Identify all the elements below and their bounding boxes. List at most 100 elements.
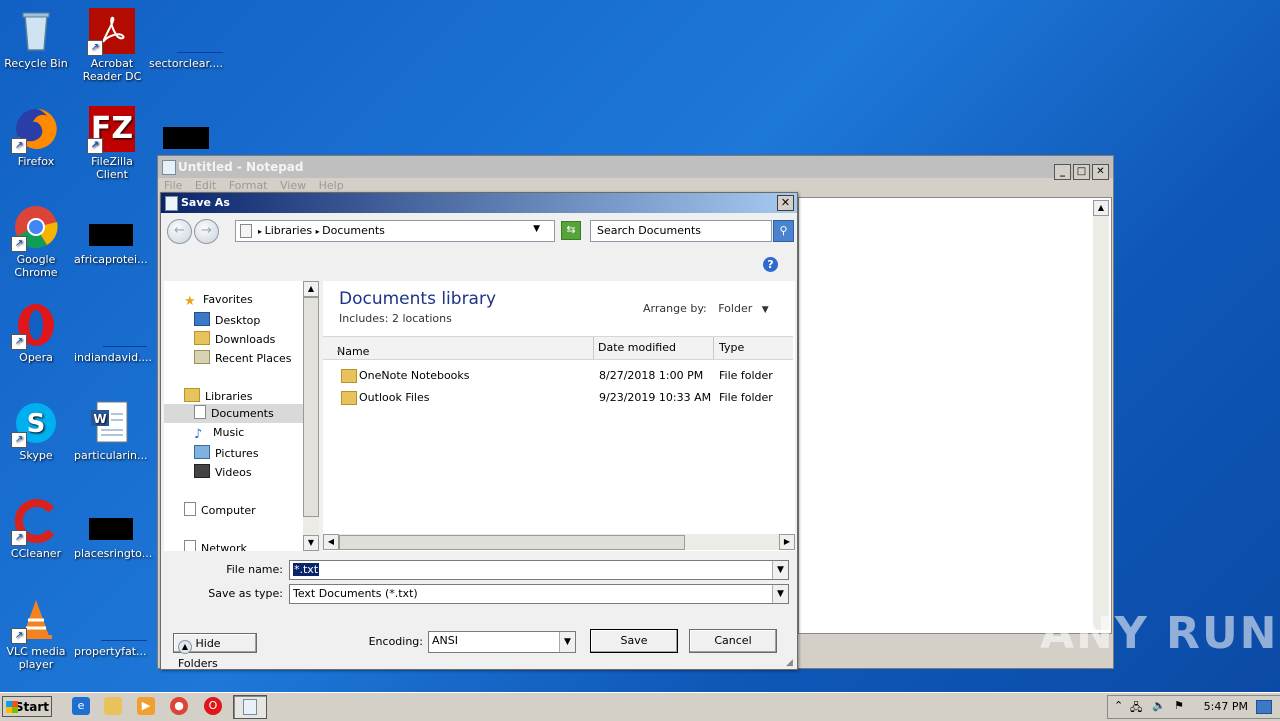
internet-explorer-icon[interactable]: e [72, 697, 90, 715]
chevron-down-icon[interactable]: ▼ [762, 305, 769, 315]
refresh-button[interactable]: ⇆ [561, 221, 581, 240]
network-tray-icon[interactable]: 🖧 [1130, 699, 1142, 718]
breadcrumb-libraries[interactable]: Libraries [265, 224, 313, 237]
hide-folders-button[interactable]: ▲ Hide Folders [173, 633, 257, 670]
start-button[interactable]: Start [2, 696, 52, 717]
show-desktop-icon[interactable] [1256, 700, 1272, 714]
nav-computer[interactable]: Computer [184, 502, 256, 517]
menu-help[interactable]: Help [319, 179, 344, 192]
search-input[interactable]: Search Documents [590, 220, 772, 242]
desktop-icon-chrome[interactable]: ↗ Google Chrome [0, 204, 72, 279]
chevron-down-icon[interactable]: ▼ [772, 561, 788, 579]
file-name-input[interactable]: *.txt ▼ [289, 560, 789, 580]
scroll-thumb[interactable] [303, 297, 319, 517]
notepad-titlebar[interactable]: Untitled - Notepad _ □ ✕ [158, 156, 1113, 180]
desktop-icon-indiandavid[interactable]: indiandavid.... [74, 302, 152, 364]
clock[interactable]: 5:47 PM [1204, 700, 1248, 713]
nav-music[interactable]: ♪ Music [194, 426, 244, 442]
column-divider[interactable] [713, 337, 714, 359]
vertical-scrollbar[interactable]: ▲ [1093, 200, 1109, 630]
save-as-type-select[interactable]: Text Documents (*.txt) ▼ [289, 584, 789, 604]
scroll-up-arrow-icon[interactable]: ▲ [1093, 200, 1109, 216]
menu-view[interactable]: View [280, 179, 306, 192]
file-list-pane: Documents library Includes: 2 locations … [323, 281, 795, 551]
chrome-icon[interactable]: ● [170, 697, 188, 715]
scroll-left-arrow-icon[interactable]: ◀ [323, 534, 339, 550]
dialog-close-button[interactable]: ✕ [777, 195, 794, 211]
chevron-down-icon[interactable]: ▼ [772, 585, 788, 603]
save-as-dialog: Save As ✕ ← → ▸ Libraries ▸ Documents ▼ … [160, 192, 798, 670]
desktop-icon-vlc[interactable]: ↗ VLC media player [0, 596, 72, 671]
nav-videos[interactable]: Videos [194, 464, 252, 479]
flag-icon[interactable]: ⚑ [1174, 699, 1184, 712]
minimize-button[interactable]: _ [1054, 164, 1071, 180]
explorer-folder-icon[interactable] [104, 697, 122, 715]
desktop-icon-filezilla[interactable]: FZ ↗ FileZilla Client [76, 106, 148, 181]
desktop-icon-propertyfat[interactable]: propertyfat... [74, 596, 147, 658]
maximize-button[interactable]: □ [1073, 164, 1090, 180]
opera-icon[interactable]: O [204, 697, 222, 715]
search-icon[interactable]: ⚲ [773, 220, 794, 242]
resize-grip-icon[interactable]: ◢ [786, 658, 796, 668]
volume-icon[interactable]: 🔈 [1152, 699, 1166, 712]
menu-file[interactable]: File [164, 179, 182, 192]
chevron-up-icon: ▲ [178, 640, 192, 654]
column-type[interactable]: Type [719, 341, 744, 354]
chevron-up-icon[interactable]: ⌃ [1114, 699, 1123, 712]
column-date-modified[interactable]: Date modified [598, 341, 676, 354]
navigation-scrollbar[interactable]: ▲ ▼ [303, 281, 319, 551]
save-button[interactable]: Save [590, 629, 678, 653]
scroll-down-arrow-icon[interactable]: ▼ [303, 535, 319, 551]
address-bar[interactable]: ▸ Libraries ▸ Documents ▼ [235, 220, 555, 242]
media-player-icon[interactable]: ▶ [137, 697, 155, 715]
nav-network[interactable]: Network [184, 540, 247, 551]
desktop-icon-label: Google Chrome [14, 253, 58, 279]
file-row[interactable]: OneNote Notebooks 8/27/2018 1:00 PM File… [323, 366, 793, 386]
menu-edit[interactable]: Edit [195, 179, 216, 192]
cancel-button[interactable]: Cancel [689, 629, 777, 653]
nav-pictures[interactable]: Pictures [194, 445, 259, 460]
help-icon[interactable]: ? [763, 257, 778, 272]
nav-favorites[interactable]: ★ Favorites [184, 293, 253, 309]
nav-libraries[interactable]: Libraries [184, 388, 253, 403]
notepad-text-area[interactable]: ▲ [798, 197, 1112, 634]
desktop-icon-recycle-bin[interactable]: Recycle Bin [0, 8, 72, 70]
desktop-icon-acrobat[interactable]: ↗ Acrobat Reader DC [76, 8, 148, 83]
scroll-thumb[interactable] [339, 535, 685, 550]
desktop-icon-opera[interactable]: ↗ Opera [0, 302, 72, 364]
nav-desktop[interactable]: Desktop [194, 312, 260, 327]
taskbar-notepad-button[interactable] [233, 695, 267, 719]
back-button[interactable]: ← [167, 219, 192, 244]
file-date: 8/27/2018 1:00 PM [599, 369, 704, 382]
desktop-icon-placesringto[interactable]: placesringto... [74, 498, 152, 560]
desktop-icon-africaprotei[interactable]: africaprotei... [74, 204, 148, 266]
library-includes[interactable]: Includes: 2 locations [339, 312, 452, 325]
arrange-by-dropdown[interactable]: Folder [718, 302, 752, 315]
forward-button[interactable]: → [194, 219, 219, 244]
column-divider[interactable] [593, 337, 594, 359]
chevron-down-icon[interactable]: ▼ [559, 632, 575, 652]
horizontal-scrollbar[interactable]: ◀ ▶ [323, 534, 795, 550]
scroll-right-arrow-icon[interactable]: ▶ [779, 534, 795, 550]
encoding-select[interactable]: ANSI ▼ [428, 631, 576, 653]
nav-downloads[interactable]: Downloads [194, 331, 275, 346]
file-row[interactable]: Outlook Files 9/23/2019 10:33 AM File fo… [323, 388, 793, 408]
svg-text:W: W [93, 412, 106, 426]
address-dropdown-icon[interactable]: ▼ [533, 224, 540, 234]
desktop-icon-particularin[interactable]: W particularin... [74, 400, 147, 462]
close-button[interactable]: ✕ [1092, 164, 1109, 180]
scroll-up-arrow-icon[interactable]: ▲ [303, 281, 319, 297]
sort-ascending-icon: ▲ [337, 345, 343, 353]
menu-format[interactable]: Format [229, 179, 268, 192]
desktop-icon-ccleaner[interactable]: ↗ CCleaner [0, 498, 72, 560]
nav-recent-places[interactable]: Recent Places [194, 350, 292, 365]
shortcut-arrow-icon: ↗ [87, 40, 103, 56]
breadcrumb-documents[interactable]: Documents [322, 224, 385, 237]
desktop-icon [194, 312, 210, 326]
recycle-bin-icon [13, 8, 59, 54]
desktop-icon-skype[interactable]: S ↗ Skype [0, 400, 72, 462]
nav-documents[interactable]: Documents [164, 404, 303, 423]
dialog-titlebar[interactable]: Save As ✕ [161, 193, 797, 213]
desktop-icon-firefox[interactable]: ↗ Firefox [0, 106, 72, 168]
desktop-icon-sectorclear[interactable]: sectorclear.... [149, 8, 223, 70]
